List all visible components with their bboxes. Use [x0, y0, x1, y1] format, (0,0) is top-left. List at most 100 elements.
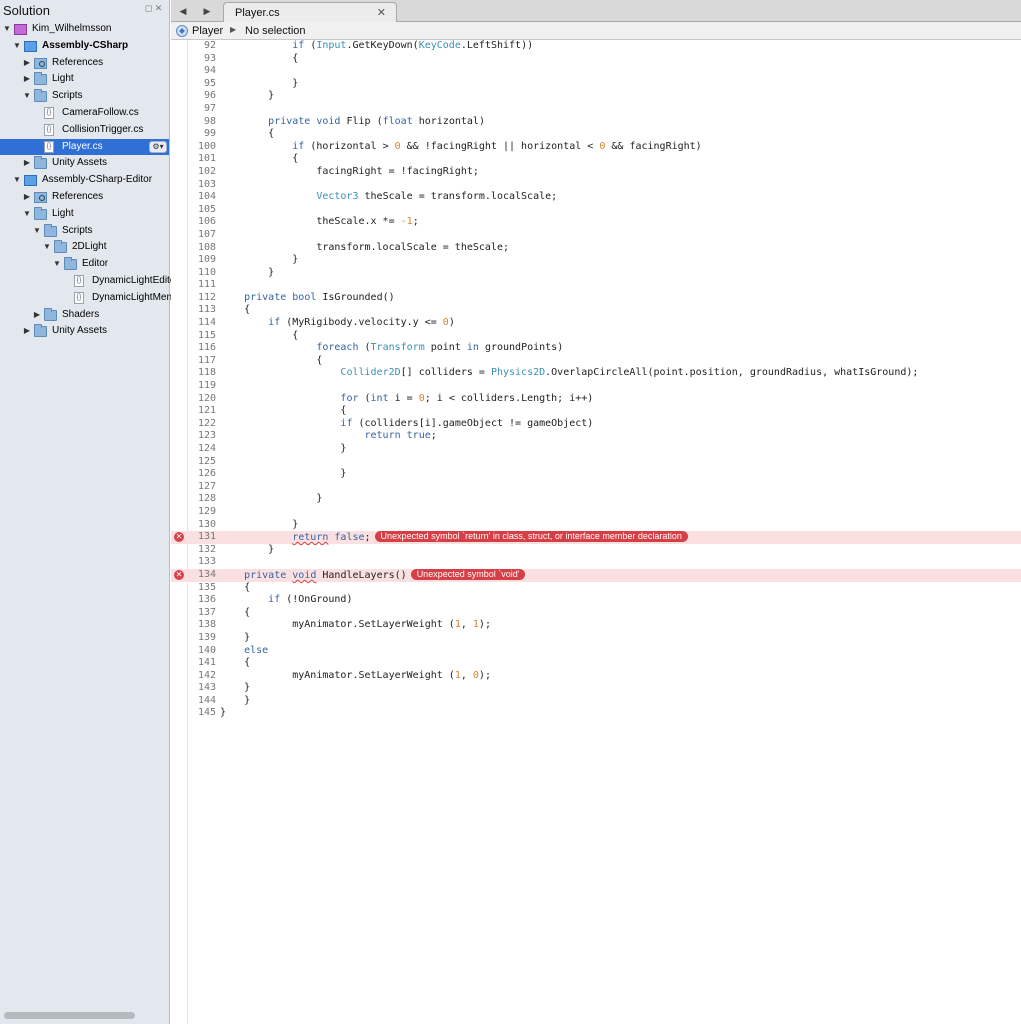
nav-forward-button[interactable]: ▶: [195, 0, 219, 22]
disclosure-collapsed-icon[interactable]: ▶: [22, 71, 32, 88]
tree-item[interactable]: ▶ Unity Assets: [0, 155, 169, 172]
pane-dock-icon[interactable]: ◻: [144, 4, 153, 13]
tree-item[interactable]: {} CameraFollow.cs: [0, 105, 169, 122]
tree-item[interactable]: ▼ 2DLight: [0, 239, 169, 256]
disclosure-collapsed-icon[interactable]: ▶: [22, 189, 32, 206]
code-line[interactable]: 106 theScale.x *= -1;: [171, 216, 1021, 229]
code-line[interactable]: 92 if (Input.GetKeyDown(KeyCode.LeftShif…: [171, 40, 1021, 53]
disclosure-expanded-icon[interactable]: ▼: [32, 223, 42, 240]
disclosure-expanded-icon[interactable]: ▼: [22, 88, 32, 105]
code-line[interactable]: 143 }: [171, 682, 1021, 695]
error-bubble[interactable]: Unexpected symbol `return' in class, str…: [374, 531, 688, 543]
code-line[interactable]: 110 }: [171, 267, 1021, 280]
code-line[interactable]: 100 if (horizontal > 0 && !facingRight |…: [171, 141, 1021, 154]
code-editor[interactable]: 92 if (Input.GetKeyDown(KeyCode.LeftShif…: [171, 40, 1021, 1024]
code-line[interactable]: 145}: [171, 707, 1021, 720]
disclosure-collapsed-icon[interactable]: ▶: [32, 307, 42, 324]
disclosure-expanded-icon[interactable]: ▼: [2, 21, 12, 38]
code-line[interactable]: 102 facingRight = !facingRight;: [171, 166, 1021, 179]
code-line[interactable]: 133: [171, 556, 1021, 569]
code-line[interactable]: 127: [171, 481, 1021, 494]
tree-item[interactable]: {} Player.cs ⚙▾: [0, 138, 169, 156]
tree-item[interactable]: {} DynamicLightEditor.cs: [0, 273, 191, 290]
nav-back-button[interactable]: ◀: [171, 0, 195, 22]
code-line[interactable]: 97: [171, 103, 1021, 116]
code-line[interactable]: 138 myAnimator.SetLayerWeight (1, 1);: [171, 619, 1021, 632]
code-line[interactable]: 93 {: [171, 53, 1021, 66]
solution-horizontal-scrollbar[interactable]: [4, 1012, 135, 1019]
code-line[interactable]: 121 {: [171, 405, 1021, 418]
code-line[interactable]: 105: [171, 204, 1021, 217]
tree-item[interactable]: ▶ Light: [0, 71, 169, 88]
code-line-error[interactable]: ✕ 134 private void HandleLayers() Unexpect…: [171, 568, 1021, 582]
code-line[interactable]: 144 }: [171, 695, 1021, 708]
code-line[interactable]: 111: [171, 279, 1021, 292]
code-line[interactable]: 108 transform.localScale = theScale;: [171, 242, 1021, 255]
code-line[interactable]: 117 {: [171, 355, 1021, 368]
code-line[interactable]: 116 foreach (Transform point in groundPo…: [171, 342, 1021, 355]
error-bubble[interactable]: Unexpected symbol `void': [410, 568, 526, 580]
code-line[interactable]: 141 {: [171, 657, 1021, 670]
code-line[interactable]: 122 if (colliders[i].gameObject != gameO…: [171, 418, 1021, 431]
code-line[interactable]: 115 {: [171, 330, 1021, 343]
pane-close-icon[interactable]: ✕: [154, 4, 163, 13]
code-line[interactable]: 94: [171, 65, 1021, 78]
code-line[interactable]: 114 if (MyRigibody.velocity.y <= 0): [171, 317, 1021, 330]
code-line[interactable]: 107: [171, 229, 1021, 242]
code-line[interactable]: 136 if (!OnGround): [171, 594, 1021, 607]
tree-item[interactable]: ▼ Editor: [0, 256, 169, 273]
disclosure-expanded-icon[interactable]: ▼: [12, 172, 22, 189]
code-line[interactable]: 135 {: [171, 582, 1021, 595]
code-line[interactable]: 132 }: [171, 544, 1021, 557]
disclosure-expanded-icon[interactable]: ▼: [12, 38, 22, 55]
gear-icon[interactable]: ⚙▾: [149, 140, 167, 153]
tree-item[interactable]: ▼ Scripts: [0, 88, 169, 105]
code-line[interactable]: 126 }: [171, 468, 1021, 481]
code-line[interactable]: 124 }: [171, 443, 1021, 456]
code-line[interactable]: 112 private bool IsGrounded(): [171, 292, 1021, 305]
disclosure-expanded-icon[interactable]: ▼: [42, 239, 52, 256]
tree-item[interactable]: ▼ Scripts: [0, 223, 169, 240]
error-marker-icon[interactable]: ✕: [174, 569, 184, 580]
code-line[interactable]: 118 Collider2D[] colliders = Physics2D.O…: [171, 367, 1021, 380]
code-line[interactable]: 96 }: [171, 90, 1021, 103]
code-line[interactable]: 128 }: [171, 493, 1021, 506]
code-line[interactable]: 125: [171, 456, 1021, 469]
close-icon[interactable]: ✕: [377, 6, 386, 19]
disclosure-collapsed-icon[interactable]: ▶: [22, 155, 32, 172]
code-line[interactable]: 98 private void Flip (float horizontal): [171, 116, 1021, 129]
tree-item[interactable]: ▶ References: [0, 55, 169, 72]
code-line[interactable]: 130 }: [171, 519, 1021, 532]
disclosure-expanded-icon[interactable]: ▼: [52, 256, 62, 273]
breadcrumb-class[interactable]: Player: [192, 25, 223, 37]
code-line[interactable]: 139 }: [171, 632, 1021, 645]
code-line[interactable]: 101 {: [171, 153, 1021, 166]
tree-item[interactable]: ▼ Kim_Wilhelmsson: [0, 21, 169, 38]
tree-item[interactable]: ▼ Assembly-CSharp: [0, 38, 169, 55]
code-line[interactable]: 140 else: [171, 645, 1021, 658]
tree-item[interactable]: {} CollisionTrigger.cs: [0, 122, 169, 139]
code-line[interactable]: 123 return true;: [171, 430, 1021, 443]
tree-item[interactable]: ▼ Light: [0, 206, 169, 223]
code-line[interactable]: 137 {: [171, 607, 1021, 620]
code-line[interactable]: 95 }: [171, 78, 1021, 91]
breadcrumb-member[interactable]: No selection: [245, 25, 306, 37]
error-marker-icon[interactable]: ✕: [174, 532, 184, 543]
tree-item[interactable]: ▶ Shaders: [0, 307, 169, 324]
tree-item[interactable]: ▶ Unity Assets: [0, 323, 169, 340]
code-line[interactable]: 142 myAnimator.SetLayerWeight (1, 0);: [171, 670, 1021, 683]
tab-player-cs[interactable]: Player.cs ✕: [223, 2, 397, 22]
code-line[interactable]: 99 {: [171, 128, 1021, 141]
code-line[interactable]: 119: [171, 380, 1021, 393]
disclosure-collapsed-icon[interactable]: ▶: [22, 55, 32, 72]
code-line[interactable]: 109 }: [171, 254, 1021, 267]
code-line[interactable]: 129: [171, 506, 1021, 519]
disclosure-collapsed-icon[interactable]: ▶: [22, 323, 32, 340]
code-line-error[interactable]: ✕ 131 return false; Unexpected symbol `ret…: [171, 531, 1021, 544]
tree-item[interactable]: {} DynamicLightMenu.cs: [0, 290, 190, 307]
code-line[interactable]: 104 Vector3 theScale = transform.localSc…: [171, 191, 1021, 204]
tree-item[interactable]: ▶ References: [0, 189, 169, 206]
disclosure-expanded-icon[interactable]: ▼: [22, 206, 32, 223]
code-line[interactable]: 103: [171, 179, 1021, 192]
code-line[interactable]: 113 {: [171, 304, 1021, 317]
